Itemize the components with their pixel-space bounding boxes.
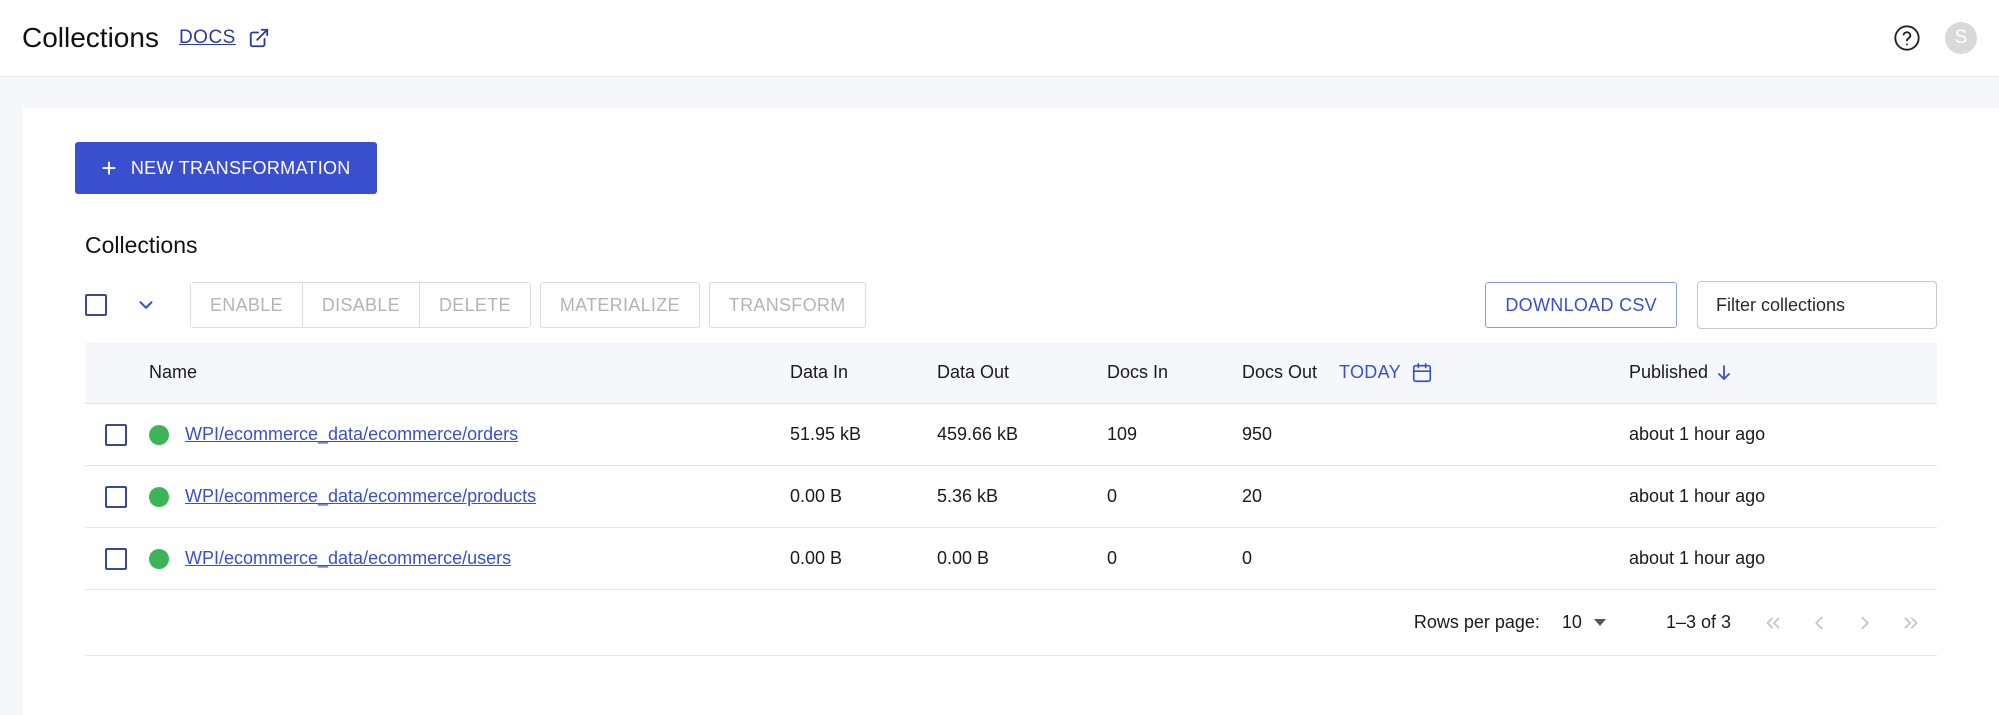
- help-icon[interactable]: [1893, 24, 1921, 52]
- materialize-button[interactable]: MATERIALIZE: [539, 282, 700, 328]
- column-header-data-out[interactable]: Data Out: [937, 362, 1107, 383]
- collections-toolbar: ENABLE DISABLE DELETE MATERIALIZE TRANSF…: [85, 281, 1937, 329]
- row-checkbox[interactable]: [105, 485, 127, 508]
- previous-page-icon[interactable]: [1807, 611, 1831, 635]
- cell-data-in: 0.00 B: [790, 486, 843, 506]
- caret-down-icon: [1593, 618, 1606, 626]
- column-header-docs-in[interactable]: Docs In: [1107, 362, 1242, 383]
- date-range-selector[interactable]: TODAY: [1339, 362, 1401, 383]
- row-checkbox[interactable]: [105, 547, 127, 570]
- cell-docs-in: 0: [1107, 548, 1118, 568]
- pagination-range: 1–3 of 3: [1665, 612, 1731, 632]
- disable-button[interactable]: DISABLE: [302, 283, 420, 327]
- top-right-controls: S: [1893, 22, 1977, 54]
- column-header-name[interactable]: Name: [149, 362, 197, 383]
- pagination-bar: Rows per page: 10 1–3 of 3: [85, 590, 1937, 656]
- collection-name-link[interactable]: WPI/ecommerce_data/ecommerce/orders: [185, 424, 518, 445]
- top-bar: Collections DOCS S: [0, 0, 1999, 77]
- collection-name-link[interactable]: WPI/ecommerce_data/ecommerce/products: [185, 486, 536, 507]
- row-checkbox[interactable]: [105, 423, 127, 446]
- collection-name-link[interactable]: WPI/ecommerce_data/ecommerce/users: [185, 548, 511, 569]
- cell-docs-in: 0: [1107, 486, 1118, 506]
- cell-published: about 1 hour ago: [1629, 486, 1766, 506]
- cell-docs-out: 0: [1242, 548, 1253, 568]
- rows-per-page-label: Rows per page:: [1413, 612, 1540, 632]
- new-transformation-button[interactable]: + NEW TRANSFORMATION: [75, 142, 377, 194]
- avatar[interactable]: S: [1945, 22, 1977, 54]
- select-all-checkbox[interactable]: [85, 294, 107, 316]
- delete-button[interactable]: DELETE: [419, 283, 530, 327]
- cell-published: about 1 hour ago: [1629, 424, 1766, 444]
- chevron-down-icon[interactable]: [135, 294, 157, 316]
- column-header-data-in[interactable]: Data In: [790, 362, 937, 383]
- cell-docs-in: 109: [1107, 424, 1138, 444]
- plus-icon: +: [101, 153, 117, 183]
- sort-descending-icon[interactable]: [1716, 364, 1732, 382]
- rows-per-page-value: 10: [1561, 612, 1582, 632]
- cell-data-out: 5.36 kB: [937, 486, 999, 506]
- cell-published: about 1 hour ago: [1629, 548, 1766, 568]
- last-page-icon[interactable]: [1899, 611, 1923, 635]
- next-page-icon[interactable]: [1853, 611, 1877, 635]
- cell-docs-out: 950: [1242, 424, 1273, 444]
- table-row: WPI/ecommerce_data/ecommerce/products 0.…: [85, 466, 1937, 528]
- external-link-icon[interactable]: [248, 27, 270, 49]
- cell-docs-out: 20: [1242, 486, 1263, 506]
- collections-table: Name Data In Data Out Docs In Docs Out T…: [85, 342, 1937, 656]
- collections-card: + NEW TRANSFORMATION Collections ENABLE …: [23, 108, 1999, 715]
- page-title: Collections: [22, 22, 159, 53]
- enable-button[interactable]: ENABLE: [191, 283, 303, 327]
- cell-data-in: 51.95 kB: [790, 424, 862, 444]
- status-indicator: [149, 424, 169, 445]
- cell-data-out: 0.00 B: [937, 548, 990, 568]
- new-transformation-label: NEW TRANSFORMATION: [130, 157, 351, 178]
- section-title: Collections: [85, 232, 198, 258]
- transform-button[interactable]: TRANSFORM: [708, 282, 866, 328]
- filter-collections-input[interactable]: [1697, 281, 1937, 329]
- cell-data-in: 0.00 B: [790, 548, 843, 568]
- pager-controls: [1761, 611, 1923, 635]
- rows-per-page-select[interactable]: 10: [1562, 612, 1606, 633]
- docs-link[interactable]: DOCS: [179, 27, 236, 49]
- table-row: WPI/ecommerce_data/ecommerce/users 0.00 …: [85, 528, 1937, 590]
- status-indicator: [149, 486, 169, 507]
- bulk-action-group: ENABLE DISABLE DELETE: [190, 282, 531, 328]
- status-indicator: [149, 548, 169, 569]
- cell-data-out: 459.66 kB: [937, 424, 1019, 444]
- table-row: WPI/ecommerce_data/ecommerce/orders 51.9…: [85, 404, 1937, 466]
- column-header-published[interactable]: Published: [1629, 362, 1708, 383]
- table-header: Name Data In Data Out Docs In Docs Out T…: [85, 342, 1937, 404]
- column-header-docs-out[interactable]: Docs Out: [1242, 362, 1317, 383]
- first-page-icon[interactable]: [1761, 611, 1785, 635]
- download-csv-button[interactable]: DOWNLOAD CSV: [1485, 282, 1677, 328]
- calendar-icon[interactable]: [1411, 362, 1433, 384]
